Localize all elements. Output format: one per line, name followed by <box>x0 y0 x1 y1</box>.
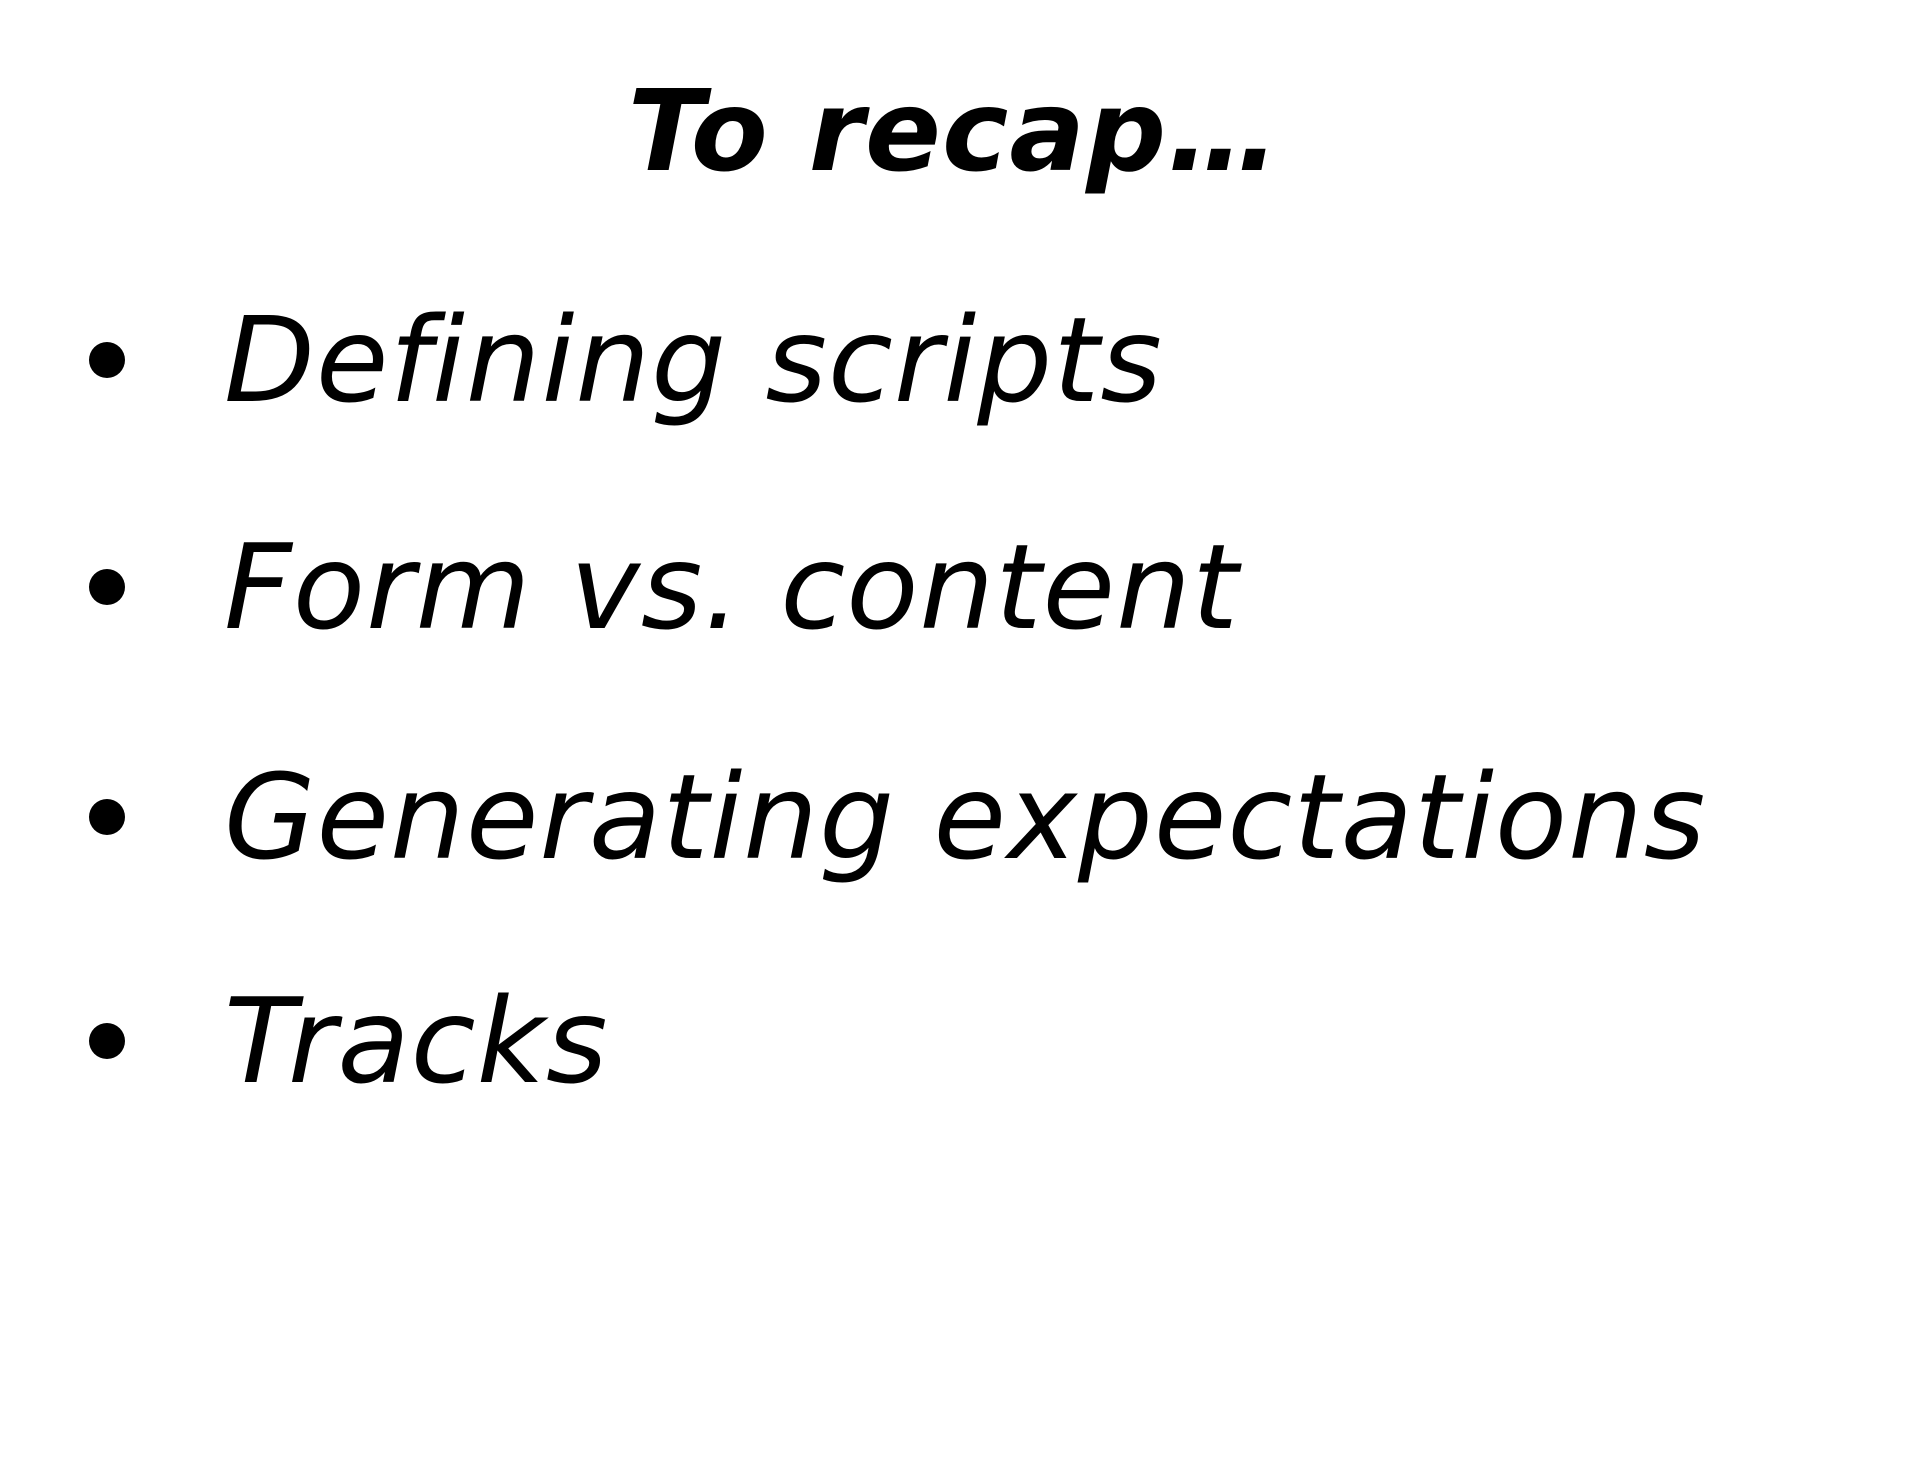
bullet-text: Tracks <box>224 972 609 1110</box>
bullet-text: Defining scripts <box>224 291 1163 429</box>
list-item: Generating expectations <box>0 742 1850 892</box>
list-item: Tracks <box>0 966 1850 1116</box>
bullet-dot-icon <box>89 342 125 378</box>
bullet-dot-icon <box>89 569 125 605</box>
bullet-dot-icon <box>89 1023 125 1059</box>
list-item: Form vs. content <box>0 512 1850 662</box>
bullet-dot-icon <box>89 799 125 835</box>
slide: To recap… Defining scripts Form vs. cont… <box>0 0 1908 1481</box>
bullet-text: Generating expectations <box>224 748 1707 886</box>
slide-title: To recap… <box>627 67 1281 197</box>
list-item: Defining scripts <box>0 285 1850 435</box>
bullet-text: Form vs. content <box>224 518 1240 656</box>
